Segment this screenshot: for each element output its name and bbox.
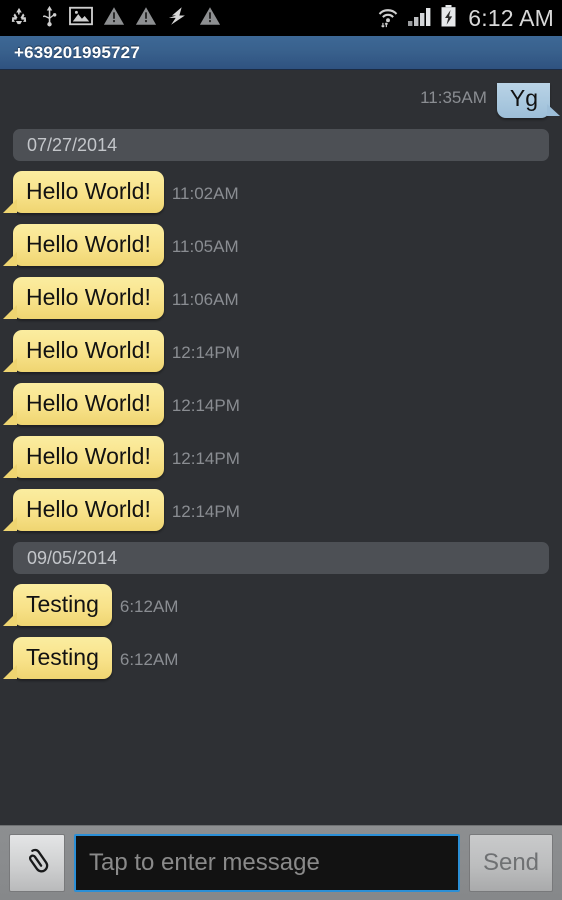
message-row[interactable]: Hello World! 12:14PM	[0, 489, 562, 531]
message-input-placeholder: Tap to enter message	[89, 849, 320, 876]
attach-button[interactable]	[9, 834, 65, 892]
message-text: Hello World!	[26, 390, 151, 416]
message-bubble-incoming[interactable]: Hello World!	[3, 489, 164, 531]
date-separator: 09/05/2014	[13, 542, 549, 574]
date-separator: 07/27/2014	[13, 129, 549, 161]
message-text: Hello World!	[26, 337, 151, 363]
message-bubble-incoming[interactable]: Testing	[3, 584, 112, 626]
message-bubble-incoming[interactable]: Testing	[3, 637, 112, 679]
message-bubble-incoming[interactable]: Hello World!	[3, 171, 164, 213]
message-text: Testing	[26, 644, 99, 670]
message-row[interactable]: Hello World! 12:14PM	[0, 383, 562, 425]
message-bubble-incoming[interactable]: Hello World!	[3, 277, 164, 319]
message-text: Yg	[509, 85, 538, 111]
usb-icon	[40, 5, 59, 32]
message-timestamp: 12:14PM	[171, 502, 240, 521]
message-timestamp: 11:02AM	[171, 184, 239, 203]
status-bar-left-icons	[8, 5, 221, 32]
message-bubble-incoming[interactable]: Hello World!	[3, 330, 164, 372]
page-title: +639201995727	[14, 42, 140, 62]
message-row[interactable]: Testing 6:12AM	[0, 584, 562, 626]
message-bubble-incoming[interactable]: Hello World!	[3, 436, 164, 478]
date-separator-label: 09/05/2014	[27, 547, 118, 568]
send-button-label: Send	[482, 849, 540, 876]
message-thread[interactable]: 11:35AM Yg 07/27/2014 Hello World! 11:02…	[0, 70, 562, 825]
warning-icon	[103, 5, 125, 32]
compose-bar[interactable]: Tap to enter message Send	[0, 825, 562, 900]
message-row[interactable]: Hello World! 11:06AM	[0, 277, 562, 319]
message-timestamp: 12:14PM	[171, 449, 240, 468]
date-separator-label: 07/27/2014	[27, 134, 118, 155]
status-bar-right-icons: 6:12 AM	[376, 4, 554, 33]
message-timestamp: 12:14PM	[171, 396, 240, 415]
message-timestamp: 11:05AM	[171, 237, 239, 256]
message-text: Hello World!	[26, 496, 151, 522]
conversation-title-bar[interactable]: +639201995727	[0, 36, 562, 70]
warning-icon	[199, 5, 221, 32]
message-text: Hello World!	[26, 284, 151, 310]
paperclip-icon	[20, 844, 54, 883]
message-text: Hello World!	[26, 178, 151, 204]
message-timestamp: 6:12AM	[119, 597, 179, 616]
message-bubble-incoming[interactable]: Hello World!	[3, 383, 164, 425]
message-bubble-outgoing[interactable]: Yg	[496, 83, 561, 118]
message-row[interactable]: Testing 6:12AM	[0, 637, 562, 679]
send-button[interactable]: Send	[469, 834, 553, 892]
message-timestamp: 11:35AM	[420, 88, 487, 107]
message-text: Hello World!	[26, 443, 151, 469]
message-row[interactable]: Hello World! 12:14PM	[0, 330, 562, 372]
message-row[interactable]: Hello World! 12:14PM	[0, 436, 562, 478]
message-bubble-incoming[interactable]: Hello World!	[3, 224, 164, 266]
warning-icon	[135, 5, 157, 32]
message-row-outgoing[interactable]: 11:35AM Yg	[0, 70, 562, 118]
message-row[interactable]: Hello World! 11:02AM	[0, 171, 562, 213]
image-icon	[69, 5, 93, 32]
message-timestamp: 6:12AM	[119, 650, 179, 669]
status-bar-clock: 6:12 AM	[468, 4, 554, 31]
message-text: Hello World!	[26, 231, 151, 257]
message-text: Testing	[26, 591, 99, 617]
message-row[interactable]: Hello World! 11:05AM	[0, 224, 562, 266]
message-timestamp: 11:06AM	[171, 290, 239, 309]
battery-charging-icon	[440, 4, 457, 33]
signal-bars-icon	[407, 4, 433, 33]
message-input[interactable]: Tap to enter message	[74, 834, 460, 892]
wifi-data-icon	[376, 4, 400, 33]
recycle-icon	[8, 5, 30, 32]
sync-lightning-icon	[167, 5, 189, 32]
status-bar[interactable]: 6:12 AM	[0, 0, 562, 36]
message-timestamp: 12:14PM	[171, 343, 240, 362]
